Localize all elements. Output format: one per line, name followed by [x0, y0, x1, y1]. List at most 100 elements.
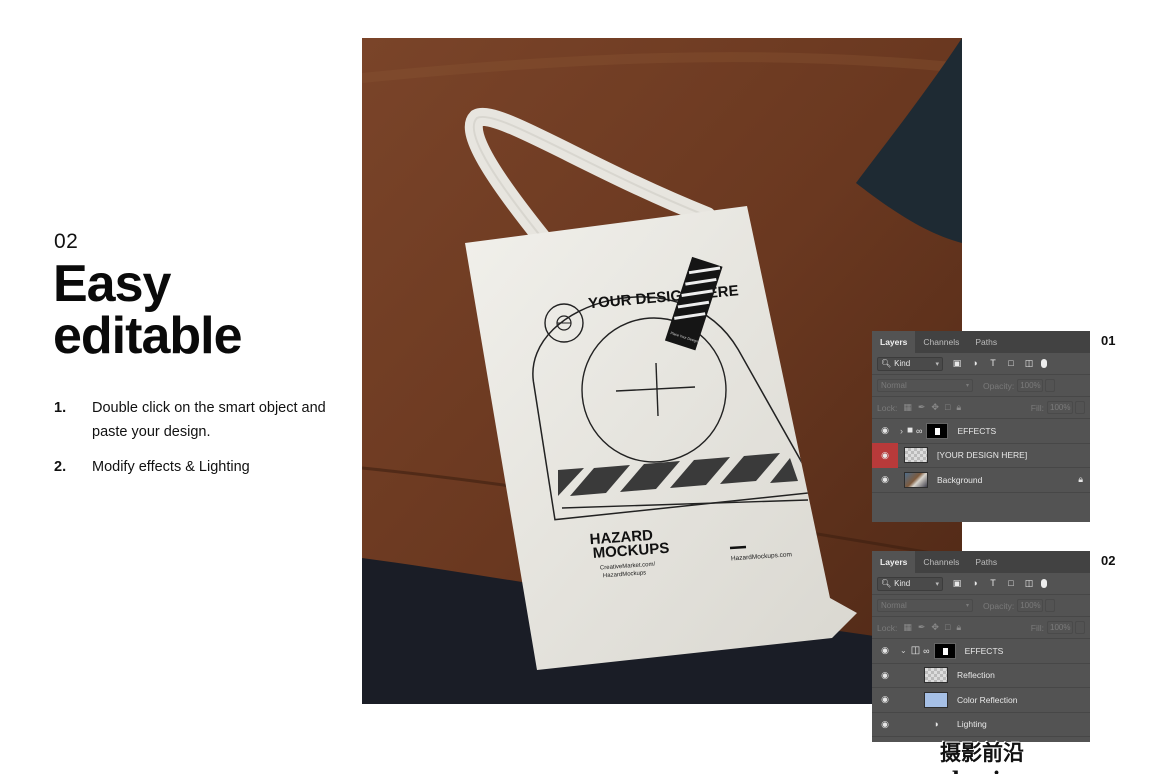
blend-row: Normal ▾ Opacity: 100% [872, 595, 1090, 617]
image-filter-icon[interactable]: ▣ [951, 358, 963, 369]
smart-object-filter-icon[interactable]: ◫ [1023, 358, 1035, 369]
link-icon: ∞ [916, 425, 923, 436]
tab-channels[interactable]: Channels [915, 331, 967, 353]
adjustment-filter-icon[interactable]: ◑ [969, 578, 981, 589]
fill-dropdown[interactable] [1075, 401, 1085, 414]
layer-effects[interactable]: ◉ › ■ ∞ EFFECTS [872, 419, 1090, 444]
lock-transparency-icon[interactable]: ▦ [903, 622, 912, 633]
lock-position-icon[interactable]: ✥ [931, 402, 939, 413]
blend-mode-select[interactable]: Normal ▾ [877, 599, 973, 612]
opacity-field[interactable]: 100% [1017, 379, 1044, 392]
image-filter-icon[interactable]: ▣ [951, 578, 963, 589]
lock-pixels-icon[interactable]: ✒ [918, 402, 926, 413]
layer-effects[interactable]: ◉ ⌄ ◫ ∞ EFFECTS [872, 639, 1090, 664]
tab-paths[interactable]: Paths [967, 551, 1005, 573]
eye-icon: ◉ [881, 694, 889, 705]
layer-mask-thumbnail [933, 642, 956, 659]
layer-name: Color Reflection [957, 694, 1018, 705]
lock-all-icon[interactable]: 🔒︎ [956, 622, 961, 633]
filter-toggle[interactable] [1041, 359, 1047, 368]
layer-color-reflection[interactable]: ◉ Color Reflection [872, 688, 1090, 713]
visibility-toggle[interactable]: ◉ [872, 419, 898, 444]
eye-icon: ◉ [881, 718, 889, 729]
adjustment-filter-icon[interactable]: ◑ [969, 358, 981, 369]
instruction-item-1: 1. Double click on the smart object and … [54, 396, 334, 444]
search-icon: 🔍︎ [881, 359, 892, 368]
layer-name: EFFECTS [964, 645, 1004, 656]
visibility-toggle[interactable]: ◉ [872, 639, 898, 664]
chevron-down-icon: ▾ [965, 603, 969, 609]
eye-icon: ◉ [881, 474, 889, 485]
type-filter-icon[interactable]: T [987, 358, 999, 369]
shape-filter-icon[interactable]: □ [1005, 358, 1017, 369]
eye-icon: ◉ [881, 449, 889, 460]
blend-mode-value: Normal [881, 381, 907, 390]
lock-pixels-icon[interactable]: ✒ [918, 622, 926, 633]
kind-filter-value: Kind [894, 579, 911, 588]
watermark: 摄影前沿sheyingzyz.com [940, 740, 1123, 774]
blend-mode-select[interactable]: Normal ▾ [877, 379, 973, 392]
lock-transparency-icon[interactable]: ▦ [903, 402, 912, 413]
layer-reflection[interactable]: ◉ Reflection [872, 663, 1090, 688]
visibility-toggle[interactable]: ◉ [872, 712, 898, 737]
filter-row: 🔍︎ Kind ▾ ▣ ◑ T □ ◫ [872, 573, 1090, 595]
opacity-field[interactable]: 100% [1017, 599, 1044, 612]
chevron-down-icon: ▾ [965, 383, 969, 389]
filter-icons: ▣ ◑ T □ ◫ [951, 358, 1035, 369]
lock-icon: 🔒︎ [1078, 474, 1083, 485]
opacity-label: Opacity: [983, 600, 1015, 611]
lock-artboard-icon[interactable]: □ [945, 622, 950, 633]
layer-lighting[interactable]: ◉ ◑ Lighting [872, 712, 1090, 737]
headline-line-1: Easy [53, 255, 171, 313]
visibility-toggle[interactable]: ◉ [872, 443, 898, 468]
layer-name: Background [937, 474, 983, 485]
shape-filter-icon[interactable]: □ [1005, 578, 1017, 589]
filter-toggle[interactable] [1041, 579, 1047, 588]
instruction-text: Modify effects & Lighting [92, 459, 250, 475]
panel-label-2: 02 [1101, 553, 1116, 568]
lock-artboard-icon[interactable]: □ [945, 402, 950, 413]
instruction-number: 1. [54, 400, 67, 416]
lock-all-icon[interactable]: 🔒︎ [956, 402, 961, 413]
panel-label-1: 01 [1101, 333, 1116, 348]
eye-icon: ◉ [881, 425, 889, 436]
panel-tabs: Layers Channels Paths [872, 331, 1090, 353]
eye-icon: ◉ [881, 669, 889, 680]
instruction-text: Double click on the smart object and pas… [92, 400, 326, 440]
folder-icon: ■ [907, 425, 914, 437]
visibility-toggle[interactable]: ◉ [872, 663, 898, 688]
tab-paths[interactable]: Paths [967, 331, 1005, 353]
filter-icons: ▣ ◑ T □ ◫ [951, 578, 1035, 589]
instruction-number: 2. [54, 459, 67, 475]
layer-your-design-here[interactable]: ◉ [YOUR DESIGN HERE] [872, 443, 1090, 468]
fill-field[interactable]: 100% [1047, 621, 1073, 634]
fill-dropdown[interactable] [1075, 621, 1085, 634]
search-icon: 🔍︎ [881, 579, 892, 588]
visibility-toggle[interactable]: ◉ [872, 688, 898, 713]
fill-field[interactable]: 100% [1047, 401, 1073, 414]
chevron-right-icon[interactable]: › [900, 426, 903, 436]
smart-object-filter-icon[interactable]: ◫ [1023, 578, 1035, 589]
layer-thumbnail [924, 691, 948, 708]
visibility-toggle[interactable]: ◉ [872, 468, 898, 493]
layer-background[interactable]: ◉ Background 🔒︎ [872, 468, 1090, 493]
type-filter-icon[interactable]: T [987, 578, 999, 589]
opacity-dropdown[interactable] [1045, 379, 1056, 392]
blend-mode-value: Normal [881, 601, 907, 610]
lock-position-icon[interactable]: ✥ [931, 622, 939, 633]
blend-row: Normal ▾ Opacity: 100% [872, 375, 1090, 397]
kind-filter-select[interactable]: 🔍︎ Kind ▾ [877, 576, 943, 591]
lock-row: Lock: ▦ ✒ ✥ □ 🔒︎ Fill: 100% [872, 617, 1090, 639]
filter-row: 🔍︎ Kind ▾ ▣ ◑ T □ ◫ [872, 353, 1090, 375]
opacity-dropdown[interactable] [1045, 599, 1056, 612]
tab-layers[interactable]: Layers [872, 551, 916, 573]
tab-layers[interactable]: Layers [872, 331, 916, 353]
tab-channels[interactable]: Channels [915, 551, 967, 573]
eye-icon: ◉ [881, 645, 889, 656]
lock-row: Lock: ▦ ✒ ✥ □ 🔒︎ Fill: 100% [872, 397, 1090, 419]
layer-name: [YOUR DESIGN HERE] [937, 450, 1028, 461]
layers-panel-2: Layers Channels Paths 🔍︎ Kind ▾ ▣ ◑ T □ … [872, 551, 1090, 742]
kind-filter-select[interactable]: 🔍︎ Kind ▾ [877, 356, 943, 371]
headline: Easy editable [53, 258, 242, 362]
chevron-down-icon[interactable]: ⌄ [900, 646, 907, 655]
